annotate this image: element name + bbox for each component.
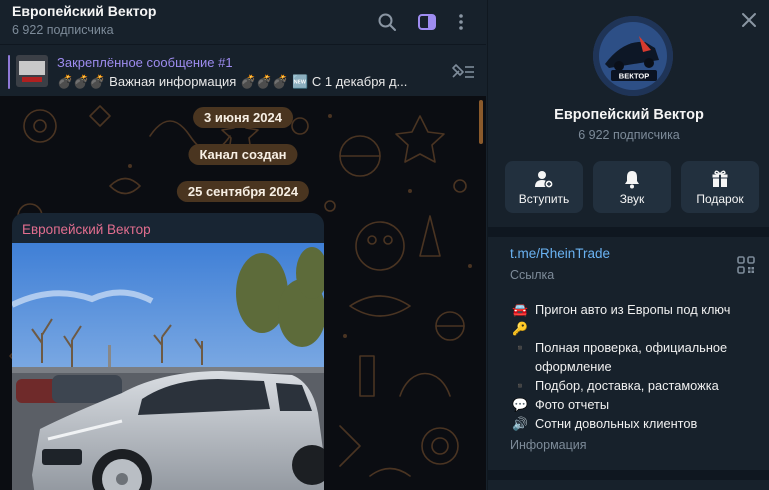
chat-title[interactable]: Европейский Вектор [12,3,156,19]
link-caption: Ссылка [510,268,555,282]
chat-column: Европейский Вектор 6 922 подписчика Закр… [0,0,486,490]
pinned-indicator [8,55,10,89]
description-text: Сотни довольных клиентов [535,416,698,431]
pinned-list-button[interactable] [450,62,476,85]
pinned-thumbnail [16,55,48,87]
channel-description: 🚘 Пригон авто из Европы под ключ 🔑 ▪️ По… [510,300,760,433]
car-icon: 🚘 [512,302,528,317]
bell-icon [625,171,639,189]
description-line: 💬 Фото отчеты [510,395,760,414]
search-icon [378,13,396,31]
channel-avatar[interactable]: ВЕКТОР [593,16,673,96]
description-text: Фото отчеты [535,397,610,412]
join-label: Вступить [518,192,570,206]
join-button[interactable]: Вступить [505,161,583,213]
info-caption: Информация [510,438,587,452]
speech-bubble-icon: 💬 [512,397,528,412]
channel-subscriber-count: 6 922 подписчика [578,128,680,142]
search-button[interactable] [374,9,400,35]
date-chip: 3 июня 2024 [193,107,293,128]
pinned-message-bar[interactable]: Закреплённое сообщение #1 💣💣💣 Важная инф… [0,44,486,96]
date-chip: 25 сентября 2024 [176,181,310,202]
gift-label: Подарок [696,192,744,206]
channel-name: Европейский Вектор [554,107,704,123]
chat-subscriber-count: 6 922 подписчика [12,23,114,37]
more-vertical-icon [459,14,463,30]
service-message: Канал создан [188,144,298,165]
join-icon [535,171,554,189]
sound-label: Звук [619,192,645,206]
description-text: Полная проверка, официальное оформление [535,340,728,374]
qr-code-icon [737,256,755,274]
pin-list-icon [452,64,474,78]
qr-code-button[interactable] [737,256,755,279]
channel-link[interactable]: t.me/RheinTrade [510,246,610,261]
pinned-title: Закреплённое сообщение #1 [57,55,233,70]
channel-info-panel: ВЕКТОР Европейский Вектор 6 922 подписчи… [487,0,769,490]
message-feed[interactable]: 3 июня 2024 Канал создан 25 сентября 202… [0,96,486,490]
toggle-sidebar-button[interactable] [414,9,440,35]
bullet-icon: ▪️ [512,378,528,393]
close-icon [742,13,756,27]
channel-post[interactable]: Европейский Вектор [12,213,324,490]
description-line: ▪️ Подбор, доставка, растаможка [510,376,760,395]
gift-icon [711,170,729,187]
speaker-icon: 🔊 [512,416,528,431]
close-panel-button[interactable] [739,10,759,30]
description-line: 🚘 Пригон авто из Европы под ключ [510,300,760,319]
description-text: Подбор, доставка, растаможка [535,378,719,393]
section-divider [488,470,769,480]
feed-scrollbar[interactable] [479,100,483,144]
sound-button[interactable]: Звук [593,161,671,213]
chat-header[interactable]: Европейский Вектор 6 922 подписчика [0,0,486,44]
description-line: ▪️ Полная проверка, официальное оформлен… [510,338,760,376]
sidebar-icon [418,14,436,30]
description-line: 🔑 [510,319,760,338]
bullet-icon: ▪️ [512,340,528,355]
pinned-text: 💣💣💣 Важная информация 💣💣💣 🆕 С 1 декабря … [57,74,408,89]
key-icon: 🔑 [512,321,528,336]
section-divider [488,227,769,237]
more-menu-button[interactable] [448,9,474,35]
description-text: Пригон авто из Европы под ключ [535,302,731,317]
description-line: 🔊 Сотни довольных клиентов [510,414,760,433]
gift-button[interactable]: Подарок [681,161,759,213]
post-photo[interactable] [12,243,324,490]
post-author[interactable]: Европейский Вектор [22,222,151,237]
avatar-text: ВЕКТОР [619,72,649,81]
